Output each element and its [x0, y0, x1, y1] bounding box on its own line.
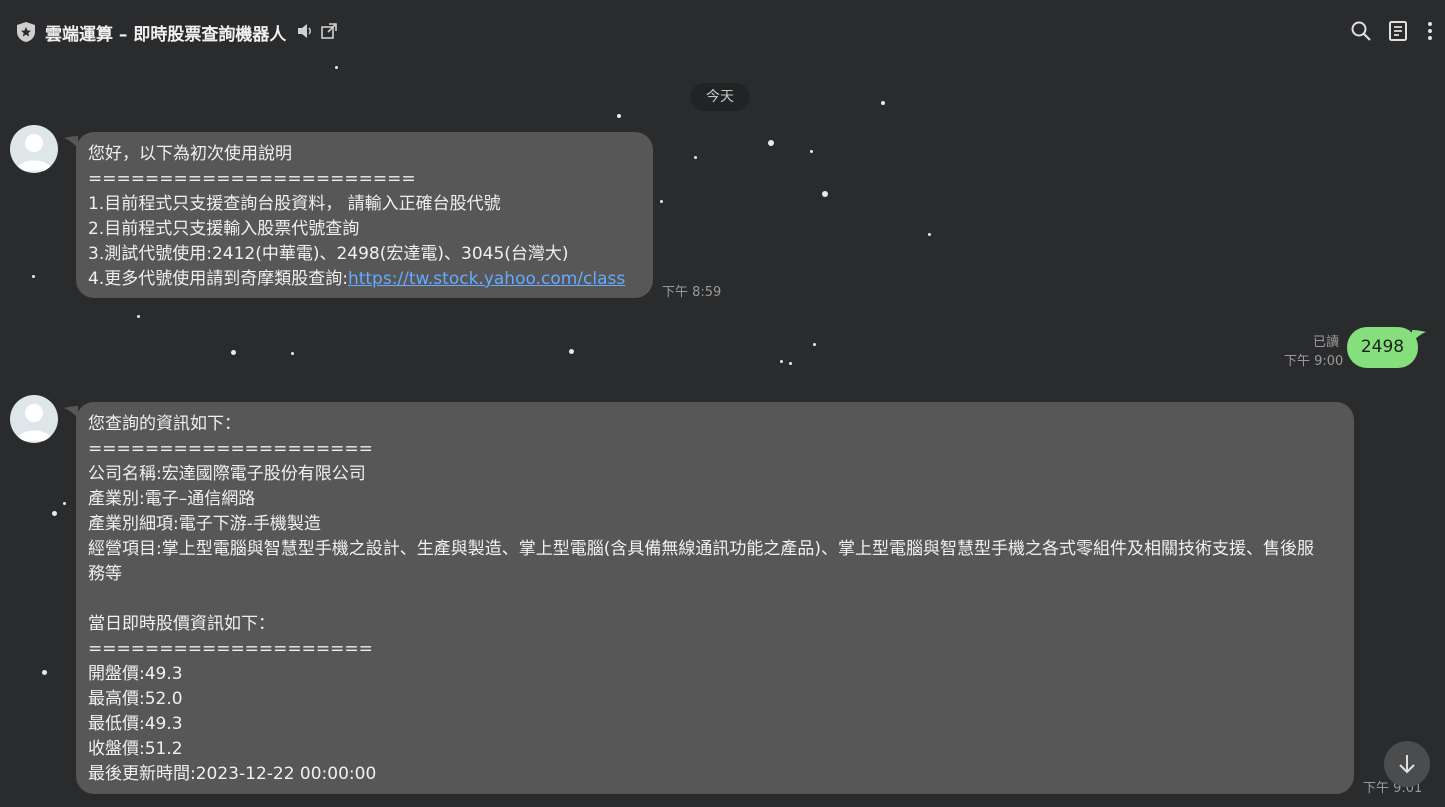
popout-icon[interactable]: [320, 22, 338, 40]
chat-header: 雲端運算 – 即時股票查詢機器人: [0, 0, 1445, 62]
snow-decoration: [231, 350, 236, 355]
message-bubble-instructions[interactable]: 您好，以下為初次使用說明 ======================= 1.目…: [76, 132, 653, 298]
avatar-person-icon: [16, 404, 52, 441]
snow-decoration: [617, 114, 621, 118]
snow-decoration: [768, 140, 774, 146]
bot-avatar[interactable]: [10, 125, 58, 173]
message-line: 您查詢的資訊如下：: [88, 414, 241, 434]
snow-decoration: [789, 362, 792, 365]
user-message-bubble[interactable]: 2498: [1347, 327, 1418, 368]
snow-decoration: [32, 275, 35, 278]
chat-window: 雲端運算 – 即時股票查詢機器人 今天 您好，以下為初次使用說明 =======…: [0, 0, 1445, 807]
message-line: 您好，以下為初次使用說明: [88, 144, 292, 164]
snow-decoration: [881, 101, 885, 105]
snow-decoration: [137, 315, 140, 318]
more-menu-icon[interactable]: [1420, 20, 1440, 42]
chat-title: 雲端運算 – 即時股票查詢機器人: [45, 25, 287, 45]
shield-icon: [17, 22, 35, 42]
message-line: =======================: [88, 169, 416, 189]
bubble-tail: [1412, 330, 1426, 342]
snow-decoration: [822, 191, 828, 197]
snow-decoration: [694, 156, 697, 159]
snow-decoration: [810, 150, 813, 153]
date-divider: 今天: [690, 83, 750, 111]
bot-avatar[interactable]: [10, 395, 58, 443]
message-line: 收盤價:51.2: [88, 739, 183, 759]
message-line: 2.目前程式只支援輸入股票代號查詢: [88, 219, 360, 239]
message-line: 開盤價:49.3: [88, 664, 183, 684]
message-line: 產業別:電子–通信網路: [88, 489, 256, 509]
message-line: 最高價:52.0: [88, 689, 183, 709]
message-line: 公司名稱:宏達國際電子股份有限公司: [88, 464, 366, 484]
snow-decoration: [291, 352, 294, 355]
message-bubble-stock-info[interactable]: 您查詢的資訊如下： ==================== 公司名稱:宏達國際…: [76, 402, 1354, 794]
snow-decoration: [928, 233, 931, 236]
message-time: 下午 8:59: [662, 285, 722, 300]
snow-decoration: [780, 360, 783, 363]
message-line: ====================: [88, 439, 373, 459]
message-line: 最低價:49.3: [88, 714, 183, 734]
read-status: 已讀: [1313, 335, 1340, 350]
message-line: ====================: [88, 639, 373, 659]
scroll-to-bottom-button[interactable]: [1384, 741, 1430, 787]
message-line: 4.更多代號使用請到奇摩類股查詢:https://tw.stock.yahoo.…: [88, 267, 641, 292]
search-icon[interactable]: [1350, 20, 1372, 42]
speaker-icon[interactable]: [296, 22, 314, 40]
snow-decoration: [813, 343, 816, 346]
message-line: 3.測試代號使用:2412(中華電)、2498(宏達電)、3045(台灣大): [88, 244, 569, 264]
message-line: 當日即時股價資訊如下：: [88, 614, 275, 634]
message-line: 最後更新時間:2023-12-22 00:00:00: [88, 764, 377, 784]
message-line: 產業別細項:電子下游-手機製造: [88, 514, 321, 534]
snow-decoration: [52, 511, 57, 516]
yahoo-stock-link[interactable]: https://tw.stock.yahoo.com/class: [348, 269, 625, 289]
message-text: 4.更多代號使用請到奇摩類股查詢:: [88, 269, 348, 289]
avatar-person-icon: [16, 134, 52, 171]
snow-decoration: [660, 200, 663, 203]
arrow-down-icon: [1399, 755, 1415, 774]
snow-decoration: [63, 502, 66, 505]
snow-decoration: [42, 670, 47, 675]
notes-icon[interactable]: [1387, 20, 1409, 42]
message-line: 經營項目:掌上型電腦與智慧型手機之設計、生產與製造、掌上型電腦(含具備無線通訊功…: [88, 539, 1314, 584]
snow-decoration: [335, 66, 338, 69]
message-line: 1.目前程式只支援查詢台股資料， 請輸入正確台股代號: [88, 194, 501, 214]
message-time: 下午 9:00: [1284, 354, 1344, 369]
snow-decoration: [569, 349, 574, 354]
